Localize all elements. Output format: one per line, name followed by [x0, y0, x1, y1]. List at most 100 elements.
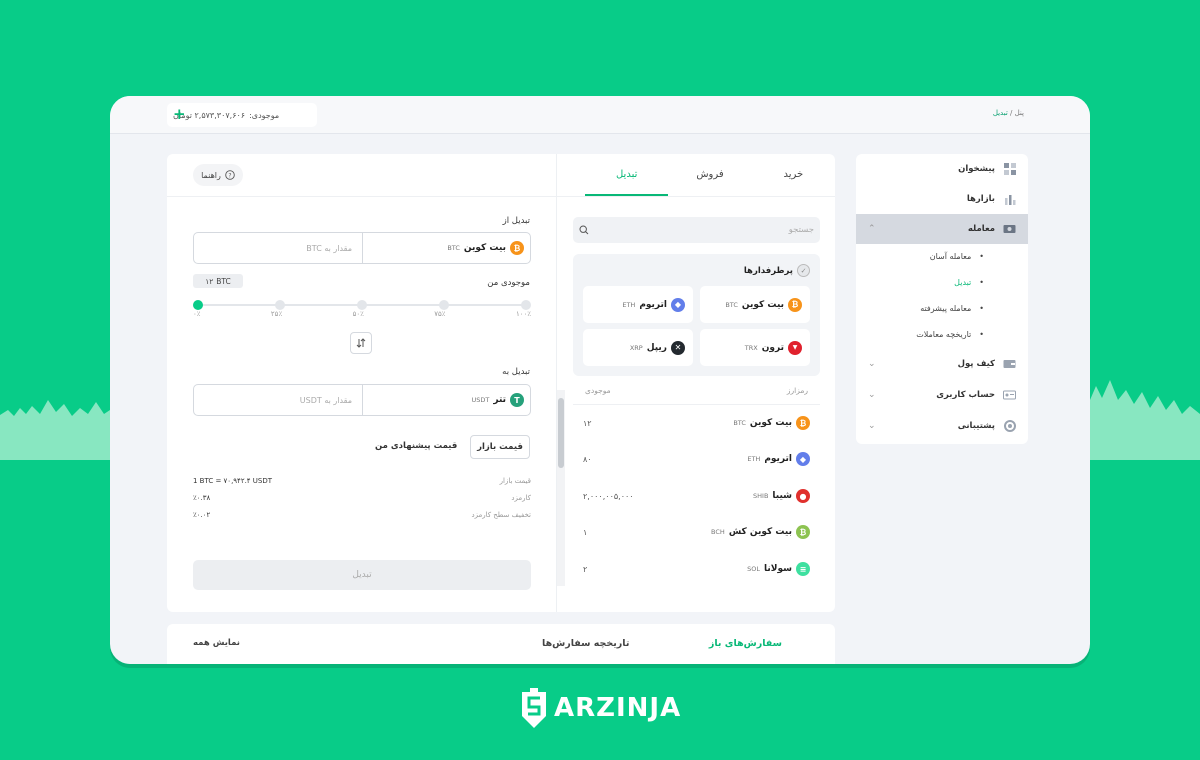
from-field[interactable]: ₿ بیت کوین BTC مقدار به BTC [193, 232, 531, 264]
slider-stop-50[interactable] [357, 300, 367, 310]
sidebar-item-markets[interactable]: بازارها [856, 184, 1028, 214]
dashboard-icon [1003, 163, 1016, 176]
from-coin-name: بیت کوین [463, 243, 506, 253]
to-label: تبدیل به [502, 367, 530, 377]
chevron-down-icon: ⌄ [868, 390, 876, 400]
bitcoin-icon: ₿ [796, 416, 810, 430]
from-label: تبدیل از [502, 216, 530, 226]
submenu-advanced-trade[interactable]: معامله پیشرفته [920, 304, 984, 313]
from-coin-symbol: BTC [447, 244, 460, 252]
to-coin-select[interactable]: T تتر USDT [362, 385, 530, 415]
cash-icon [1003, 223, 1016, 236]
swap-direction-button[interactable] [350, 332, 372, 354]
favorites-title: ✓ پرطرفدارها [744, 264, 810, 277]
market-list-panel: جستجو ✓ پرطرفدارها ₿ بیت کوین BTC ◆ اتری… [557, 154, 835, 612]
favorite-btc[interactable]: ₿ بیت کوین BTC [700, 286, 810, 323]
amount-slider[interactable] [193, 300, 531, 310]
to-coin-name: تتر [493, 395, 506, 405]
balance-label: موجودی: [249, 110, 280, 120]
svg-text:?: ? [228, 172, 231, 179]
submenu-trade-history[interactable]: تاریخچه معاملات [916, 330, 984, 339]
check-icon: ✓ [797, 264, 810, 277]
guide-button[interactable]: راهنما ? [193, 164, 243, 186]
search-placeholder: جستجو [788, 225, 814, 235]
tab-open-orders[interactable]: سفارش‌های باز [709, 638, 782, 649]
convert-button[interactable]: تبدیل [193, 560, 531, 590]
info-fee-discount: ٪۰.۰۲ تخفیف سطح کارمزد [193, 511, 531, 519]
brand-name: ARZINJA [554, 693, 682, 723]
brand-logo: ARZINJA [520, 688, 681, 728]
balance-box: موجودی: ۲,۵۷۳,۳۰۷,۶۰۶ تومان + [167, 103, 317, 127]
breadcrumb-current: تبدیل [992, 109, 1008, 117]
convert-form: راهنما ? تبدیل از ₿ بیت کوین BTC مقدار ب… [167, 154, 557, 612]
guide-label: راهنما [201, 170, 221, 180]
bitcoin-cash-icon: ₿ [796, 525, 810, 539]
bar-chart-icon [1003, 193, 1016, 206]
breadcrumb: پنل / تبدیل [992, 109, 1024, 117]
help-icon: ? [225, 170, 235, 180]
favorites-box: ✓ پرطرفدارها ₿ بیت کوین BTC ◆ اتریوم ETH… [573, 254, 820, 376]
coin-row-eth[interactable]: ◆ اتریوم ETH ۸۰ [573, 444, 820, 474]
slider-stop-0[interactable] [193, 300, 203, 310]
favorite-eth[interactable]: ◆ اتریوم ETH [583, 286, 693, 323]
coin-row-shib[interactable]: ● شیبا SHIB ۲,۰۰۰,۰۰۵,۰۰۰ [573, 481, 820, 511]
my-balance-badge[interactable]: ۱۲ BTC [193, 274, 243, 288]
trade-panel: خرید فروش تبدیل راهنما ? تبدیل از ₿ بیت … [167, 154, 835, 612]
coin-list-header: رمزارز موجودی [585, 386, 808, 395]
from-amount-input[interactable]: مقدار به BTC [194, 233, 362, 263]
ethereum-icon: ◆ [671, 297, 685, 312]
chevron-up-icon: ⌃ [868, 224, 876, 234]
support-icon [1003, 420, 1016, 433]
arzinja-logo-icon [522, 688, 546, 728]
tether-icon: T [510, 393, 524, 407]
id-card-icon [1003, 389, 1016, 402]
info-fee: ٪۰.۳۸ کارمزد [193, 494, 531, 502]
top-bar: موجودی: ۲,۵۷۳,۳۰۷,۶۰۶ تومان + پنل / تبدی… [110, 96, 1090, 134]
wallet-icon [1003, 358, 1016, 371]
list-scrollbar[interactable] [557, 390, 565, 586]
to-field[interactable]: T تتر USDT مقدار به USDT [193, 384, 531, 416]
tab-order-history[interactable]: تاریخچه سفارش‌ها [542, 638, 629, 649]
shiba-icon: ● [796, 489, 810, 503]
orders-panel: سفارش‌های باز تاریخچه سفارش‌ها نمایش همه [167, 624, 835, 664]
slider-stop-75[interactable] [439, 300, 449, 310]
sidebar-item-account[interactable]: حساب کاربری ⌄ [856, 380, 1028, 410]
favorite-xrp[interactable]: ✕ ریپل XRP [583, 329, 693, 366]
tron-icon: ▼ [788, 340, 802, 355]
from-coin-select[interactable]: ₿ بیت کوین BTC [362, 233, 530, 263]
favorite-trx[interactable]: ▼ ترون TRX [700, 329, 810, 366]
chevron-down-icon: ⌄ [868, 421, 876, 431]
sidebar-item-dashboard[interactable]: پیشخوان [856, 154, 1028, 184]
sidebar-item-wallet[interactable]: کیف پول ⌄ [856, 349, 1028, 379]
scrollbar-thumb[interactable] [558, 398, 564, 468]
to-coin-symbol: USDT [471, 396, 490, 404]
search-icon [579, 225, 589, 235]
show-all-link[interactable]: نمایش همه [193, 638, 240, 648]
info-market-price: 1 BTC = ۷۰,۹۴۲.۴ USDT قیمت بازار [193, 477, 531, 485]
coin-row-btc[interactable]: ₿ بیت کوین BTC ۱۲ [573, 408, 820, 438]
coin-row-bch[interactable]: ₿ بیت کوین کش BCH ۱ [573, 517, 820, 547]
solana-icon: ≡ [796, 562, 810, 576]
ripple-icon: ✕ [671, 340, 685, 355]
sidebar-item-support[interactable]: پشتیبانی ⌄ [856, 411, 1028, 441]
submenu-easy-trade[interactable]: معامله آسان [930, 252, 984, 261]
bitcoin-icon: ₿ [788, 297, 802, 312]
bitcoin-icon: ₿ [510, 241, 524, 255]
add-funds-icon[interactable]: + [173, 105, 186, 123]
submenu-convert[interactable]: تبدیل [954, 278, 984, 287]
sidebar: پیشخوان بازارها معامله ⌃ معامله آسان تبد… [856, 154, 1028, 444]
to-amount-input[interactable]: مقدار به USDT [194, 385, 362, 415]
app-window: موجودی: ۲,۵۷۳,۳۰۷,۶۰۶ تومان + پنل / تبدی… [110, 96, 1090, 664]
swap-icon [356, 338, 366, 348]
slider-ticks: ۰٪ ۲۵٪ ۵۰٪ ۷۵٪ ۱۰۰٪ [193, 310, 531, 318]
breadcrumb-home[interactable]: پنل [1015, 109, 1024, 117]
suggested-price-option[interactable]: قیمت پیشنهادی من [375, 441, 457, 451]
coin-row-sol[interactable]: ≡ سولانا SOL ۲ [573, 554, 820, 584]
ethereum-icon: ◆ [796, 452, 810, 466]
slider-stop-25[interactable] [275, 300, 285, 310]
my-balance-label: موجودی من [487, 278, 530, 288]
slider-stop-100[interactable] [521, 300, 531, 310]
sidebar-item-trade[interactable]: معامله ⌃ [856, 214, 1028, 244]
search-input[interactable]: جستجو [573, 217, 820, 243]
market-price-button[interactable]: قیمت بازار [470, 435, 530, 459]
